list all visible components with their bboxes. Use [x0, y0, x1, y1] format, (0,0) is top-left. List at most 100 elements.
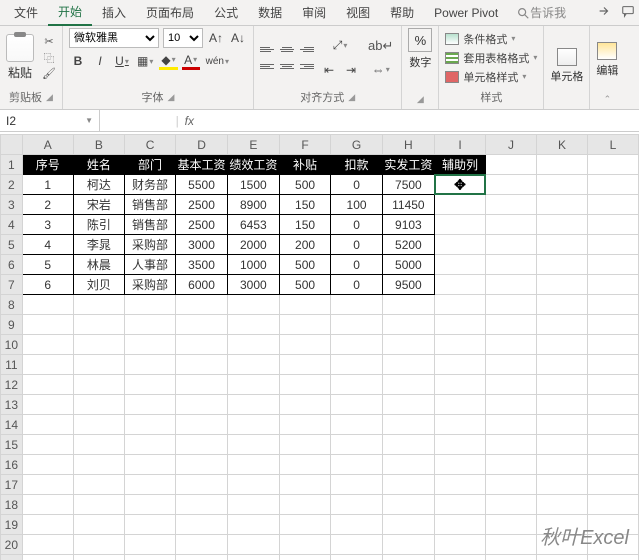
tab-help[interactable]: 帮助 — [380, 0, 424, 25]
cell-I9[interactable] — [434, 315, 485, 335]
cell-B6[interactable]: 林晨 — [73, 255, 124, 275]
cell-C10[interactable] — [124, 335, 175, 355]
cell-C3[interactable]: 销售部 — [124, 195, 175, 215]
cell-F7[interactable]: 500 — [279, 275, 331, 295]
cell-C18[interactable] — [124, 495, 175, 515]
col-header-C[interactable]: C — [124, 135, 175, 155]
cell-B1[interactable]: 姓名 — [73, 155, 124, 175]
cell-A17[interactable] — [22, 475, 73, 495]
align-center-button[interactable] — [279, 59, 295, 73]
cell-F11[interactable] — [279, 355, 331, 375]
cell-L2[interactable] — [587, 175, 638, 195]
cell-A12[interactable] — [22, 375, 73, 395]
row-header-19[interactable]: 19 — [1, 515, 23, 535]
worksheet-area[interactable]: ABCDEFGHIJKL1序号姓名部门基本工资绩效工资补贴扣款实发工资辅助列21… — [0, 134, 639, 560]
cell-H17[interactable] — [382, 475, 434, 495]
cell-F5[interactable]: 200 — [279, 235, 331, 255]
row-header-8[interactable]: 8 — [1, 295, 23, 315]
cell-A16[interactable] — [22, 455, 73, 475]
cell-H6[interactable]: 5000 — [382, 255, 434, 275]
cell-C14[interactable] — [124, 415, 175, 435]
cell-C16[interactable] — [124, 455, 175, 475]
cell-D7[interactable]: 6000 — [176, 275, 228, 295]
cell-H4[interactable]: 9103 — [382, 215, 434, 235]
cell-B7[interactable]: 刘贝 — [73, 275, 124, 295]
cell-K8[interactable] — [536, 295, 587, 315]
cell-B10[interactable] — [73, 335, 124, 355]
cell-A4[interactable]: 3 — [22, 215, 73, 235]
row-header-18[interactable]: 18 — [1, 495, 23, 515]
formula-input[interactable] — [200, 110, 639, 131]
cell-I8[interactable] — [434, 295, 485, 315]
cell-I12[interactable] — [434, 375, 485, 395]
align-left-button[interactable] — [260, 59, 276, 73]
fill-color-button[interactable]: ◆ — [159, 52, 177, 70]
cut-icon[interactable]: ✂ — [42, 35, 56, 49]
cell-F20[interactable] — [279, 535, 331, 555]
cell-C9[interactable] — [124, 315, 175, 335]
cell-K5[interactable] — [536, 235, 587, 255]
tab-formulas[interactable]: 公式 — [204, 0, 248, 25]
cell-J9[interactable] — [486, 315, 537, 335]
cell-I15[interactable] — [434, 435, 485, 455]
decrease-indent-button[interactable]: ⇤ — [320, 61, 338, 79]
collapse-ribbon-icon[interactable]: ⌃ — [604, 94, 612, 105]
cell-E1[interactable]: 绩效工资 — [227, 155, 279, 175]
cell-E4[interactable]: 6453 — [227, 215, 279, 235]
cell-D15[interactable] — [176, 435, 228, 455]
cell-G12[interactable] — [331, 375, 383, 395]
row-header-3[interactable]: 3 — [1, 195, 23, 215]
cell-F9[interactable] — [279, 315, 331, 335]
cell-K19[interactable] — [536, 515, 587, 535]
cell-F10[interactable] — [279, 335, 331, 355]
phonetic-button[interactable]: wén — [204, 52, 231, 70]
cell-D18[interactable] — [176, 495, 228, 515]
cell-F8[interactable] — [279, 295, 331, 315]
cell-I21[interactable] — [434, 555, 485, 560]
cell-A9[interactable] — [22, 315, 73, 335]
cell-F21[interactable] — [279, 555, 331, 560]
cell-E7[interactable]: 3000 — [227, 275, 279, 295]
cell-J11[interactable] — [486, 355, 537, 375]
cell-C15[interactable] — [124, 435, 175, 455]
cell-J7[interactable] — [486, 275, 537, 295]
cell-F6[interactable]: 500 — [279, 255, 331, 275]
cell-J19[interactable] — [486, 515, 537, 535]
cell-K6[interactable] — [536, 255, 587, 275]
cell-B4[interactable]: 陈引 — [73, 215, 124, 235]
cell-B8[interactable] — [73, 295, 124, 315]
cell-A3[interactable]: 2 — [22, 195, 73, 215]
align-top-left-button[interactable] — [260, 42, 276, 56]
cell-F18[interactable] — [279, 495, 331, 515]
cell-H2[interactable]: 7500 — [382, 175, 434, 195]
cell-H7[interactable]: 9500 — [382, 275, 434, 295]
name-box[interactable]: I2 ▼ — [0, 110, 100, 131]
paste-icon[interactable] — [6, 34, 34, 62]
cell-H20[interactable] — [382, 535, 434, 555]
cell-E12[interactable] — [227, 375, 279, 395]
cell-H15[interactable] — [382, 435, 434, 455]
cell-G15[interactable] — [331, 435, 383, 455]
cell-C19[interactable] — [124, 515, 175, 535]
cell-E13[interactable] — [227, 395, 279, 415]
cell-A8[interactable] — [22, 295, 73, 315]
align-right-button[interactable] — [298, 59, 314, 73]
cell-L13[interactable] — [587, 395, 638, 415]
format-as-table-button[interactable]: 套用表格格式▾ — [445, 50, 537, 66]
wrap-text-button[interactable]: ab↵ — [366, 37, 395, 55]
cell-H1[interactable]: 实发工资 — [382, 155, 434, 175]
cell-J5[interactable] — [486, 235, 537, 255]
cell-G5[interactable]: 0 — [331, 235, 383, 255]
clipboard-launcher-icon[interactable]: ◢ — [46, 92, 53, 103]
cell-styles-button[interactable]: 单元格样式▾ — [445, 69, 537, 85]
cell-J20[interactable] — [486, 535, 537, 555]
cell-J8[interactable] — [486, 295, 537, 315]
cell-H21[interactable] — [382, 555, 434, 560]
cell-J6[interactable] — [486, 255, 537, 275]
cell-F4[interactable]: 150 — [279, 215, 331, 235]
col-header-H[interactable]: H — [382, 135, 434, 155]
cell-C6[interactable]: 人事部 — [124, 255, 175, 275]
cell-F14[interactable] — [279, 415, 331, 435]
col-header-B[interactable]: B — [73, 135, 124, 155]
cell-D6[interactable]: 3500 — [176, 255, 228, 275]
